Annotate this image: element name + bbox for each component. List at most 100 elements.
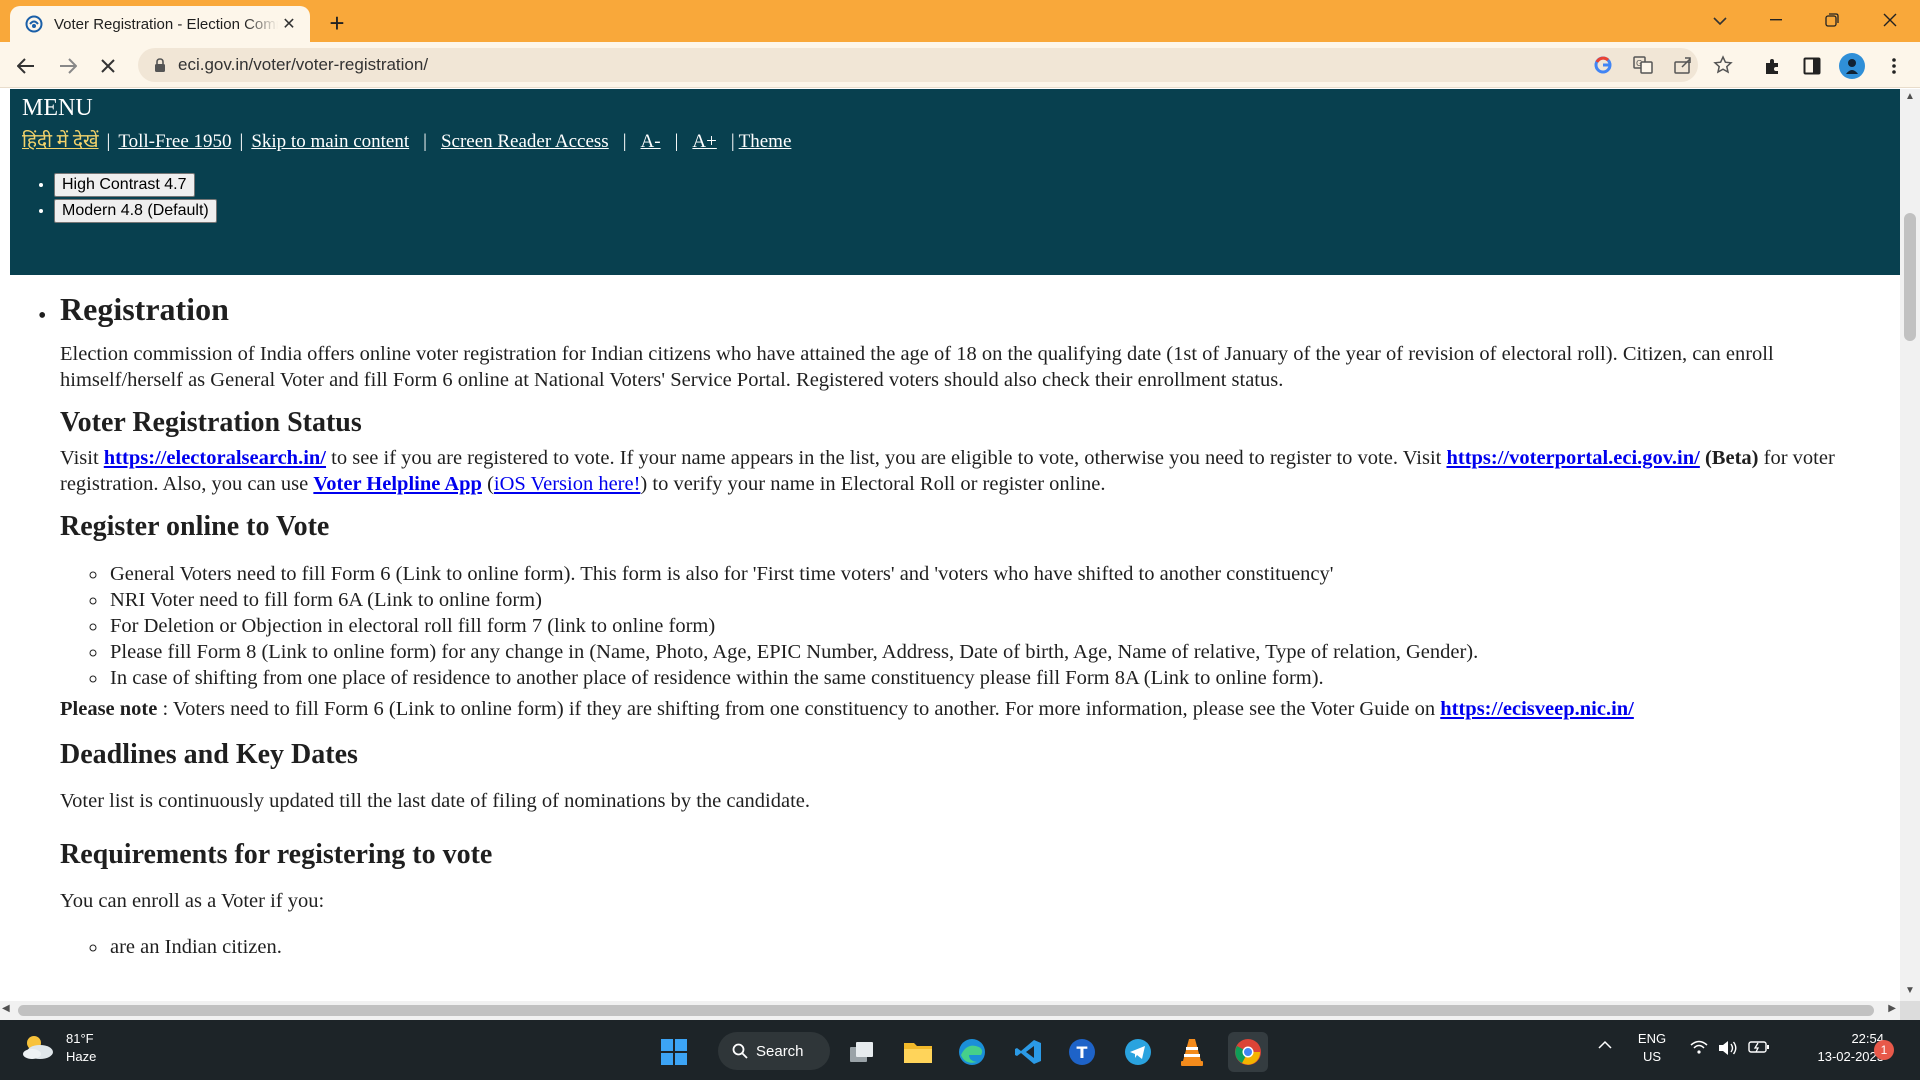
status-paragraph: Visit https://electoralsearch.in/ to see… xyxy=(60,445,1886,497)
requirements-list: are an Indian citizen. xyxy=(108,934,1888,960)
requirements-paragraph: You can enroll as a Voter if you: xyxy=(60,890,325,912)
status-text: to see if you are registered to vote. If… xyxy=(326,447,1447,469)
clock[interactable]: 22:54 13-02-2023 xyxy=(1784,1030,1885,1066)
vertical-scrollbar[interactable]: ▲ ▼ xyxy=(1900,89,1920,1001)
search-label: Search xyxy=(756,1042,804,1060)
modern-theme-button[interactable]: Modern 4.8 (Default) xyxy=(54,199,217,223)
tab-title: Voter Registration - Election Commission… xyxy=(54,15,278,33)
skip-to-main-link[interactable]: Skip to main content xyxy=(251,131,409,152)
profile-avatar[interactable] xyxy=(1836,50,1868,82)
list-item: High Contrast 4.7 xyxy=(54,173,217,197)
weather-description: Haze xyxy=(66,1049,97,1064)
link-separator: | xyxy=(423,131,427,152)
scroll-right-arrow-icon[interactable]: ▶ xyxy=(1888,1003,1896,1014)
theme-options-list: High Contrast 4.7 Modern 4.8 (Default) xyxy=(54,173,217,225)
deadlines-paragraph: Voter list is continuously updated till … xyxy=(60,790,811,812)
google-icon[interactable] xyxy=(1588,50,1618,80)
high-contrast-theme-button[interactable]: High Contrast 4.7 xyxy=(54,173,195,197)
scroll-down-arrow-icon[interactable]: ▼ xyxy=(1900,985,1920,1001)
bookmark-star-icon[interactable] xyxy=(1708,50,1738,80)
svg-text:G: G xyxy=(1636,59,1642,68)
link-separator: | xyxy=(674,131,679,152)
intro-paragraph: Election commission of India offers onli… xyxy=(60,343,1774,391)
theme-link[interactable]: Theme xyxy=(739,131,792,152)
menu-button[interactable]: MENU xyxy=(22,95,93,122)
font-increase-link[interactable]: A+ xyxy=(692,131,716,152)
restore-window-icon[interactable] xyxy=(1808,4,1856,36)
status-text: ( xyxy=(481,473,494,495)
forward-button[interactable] xyxy=(52,50,84,82)
site-header: MENU हिंदी में देखें | Toll-Free 1950 | Skip… xyxy=(10,89,1900,275)
tab-close-icon[interactable]: ✕ xyxy=(278,13,300,35)
scroll-up-arrow-icon[interactable]: ▲ xyxy=(1900,91,1920,107)
horizontal-scroll-thumb[interactable] xyxy=(18,1005,1874,1016)
browser-tab-active[interactable]: Voter Registration - Election Commission… xyxy=(10,6,310,42)
lock-icon[interactable] xyxy=(152,57,168,73)
close-window-icon[interactable] xyxy=(1866,4,1914,36)
chrome-icon[interactable] xyxy=(1228,1032,1268,1072)
extensions-puzzle-icon[interactable] xyxy=(1756,50,1788,82)
taskbar-search-button[interactable]: Search xyxy=(718,1032,830,1070)
list-item: General Voters need to fill Form 6 (Link… xyxy=(108,561,1888,587)
link-separator: | xyxy=(730,131,735,152)
page-viewport: MENU हिंदी में देखें | Toll-Free 1950 | Skip… xyxy=(0,89,1900,1001)
tab-search-icon[interactable] xyxy=(1704,6,1736,36)
task-view-icon[interactable] xyxy=(842,1032,882,1072)
minimize-window-icon[interactable] xyxy=(1752,4,1800,36)
show-hidden-icons-icon[interactable] xyxy=(1598,1040,1612,1049)
electoral-search-link[interactable]: https://electoralsearch.in/ xyxy=(104,447,326,469)
edge-browser-icon[interactable] xyxy=(952,1032,992,1072)
note-paragraph: Please note : Voters need to fill Form 6… xyxy=(60,696,1886,722)
font-decrease-link[interactable]: A- xyxy=(641,131,661,152)
windows-start-icon[interactable] xyxy=(654,1032,694,1072)
ios-version-link[interactable]: iOS Version here! xyxy=(494,473,641,495)
vlc-icon[interactable] xyxy=(1172,1032,1212,1072)
status-text: ) to verify your name in Electoral Roll … xyxy=(640,473,1106,495)
tab-favicon-icon xyxy=(24,14,44,34)
screen-reader-link[interactable]: Screen Reader Access xyxy=(441,131,609,152)
scroll-left-arrow-icon[interactable]: ◀ xyxy=(2,1003,10,1014)
link-separator: | xyxy=(239,131,244,152)
list-item: NRI Voter need to fill form 6A (Link to … xyxy=(108,587,1888,613)
browser-menu-icon[interactable] xyxy=(1878,50,1910,82)
scrollbar-corner xyxy=(1900,1001,1920,1020)
language-region: US xyxy=(1642,1049,1662,1064)
beta-label: (Beta) xyxy=(1699,447,1759,469)
taskbar-app-t-icon[interactable]: T xyxy=(1062,1032,1102,1072)
list-item: In case of shifting from one place of re… xyxy=(108,665,1888,691)
wifi-icon[interactable] xyxy=(1690,1040,1708,1054)
telegram-icon[interactable] xyxy=(1118,1032,1158,1072)
notification-badge[interactable]: 1 xyxy=(1874,1040,1894,1060)
register-list: General Voters need to fill Form 6 (Link… xyxy=(108,561,1888,691)
vertical-scroll-thumb[interactable] xyxy=(1904,213,1916,341)
note-text: : Voters need to fill Form 6 (Link to on… xyxy=(157,698,1441,720)
new-tab-button[interactable]: + xyxy=(322,8,352,38)
svg-text:T: T xyxy=(1077,1043,1088,1062)
language-indicator[interactable]: ENG US xyxy=(1630,1030,1674,1066)
file-explorer-icon[interactable] xyxy=(898,1032,938,1072)
browser-tab-bar: Voter Registration - Election Commission… xyxy=(0,0,1920,42)
stop-loading-button[interactable] xyxy=(92,50,124,82)
ecisveep-link[interactable]: https://ecisveep.nic.in/ xyxy=(1440,698,1634,720)
tollfree-link[interactable]: Toll-Free 1950 xyxy=(118,131,231,152)
share-icon[interactable] xyxy=(1668,50,1698,80)
haze-weather-icon xyxy=(23,1036,53,1059)
language-code: ENG xyxy=(1637,1031,1667,1046)
horizontal-scrollbar[interactable]: ◀ ▶ xyxy=(0,1001,1900,1020)
hindi-link[interactable]: हिंदी में देखें xyxy=(22,131,99,152)
list-item: Please fill Form 8 (Link to online form)… xyxy=(108,639,1888,665)
voter-helpline-app-link[interactable]: Voter Helpline App xyxy=(313,473,482,495)
battery-icon[interactable] xyxy=(1748,1040,1770,1054)
weather-widget[interactable]: 81°F Haze xyxy=(20,1030,96,1066)
status-text: Visit xyxy=(60,447,104,469)
back-button[interactable] xyxy=(10,50,42,82)
requirements-heading: Requirements for registering to vote xyxy=(60,839,493,870)
volume-icon[interactable] xyxy=(1718,1040,1738,1056)
search-icon xyxy=(732,1043,748,1059)
vscode-icon[interactable] xyxy=(1008,1032,1048,1072)
address-bar[interactable]: eci.gov.in/voter/voter-registration/ xyxy=(138,48,1698,82)
address-url[interactable]: eci.gov.in/voter/voter-registration/ xyxy=(178,55,428,75)
translate-icon[interactable]: G xyxy=(1628,50,1658,80)
side-panel-icon[interactable] xyxy=(1796,50,1828,82)
voter-portal-link[interactable]: https://voterportal.eci.gov.in/ xyxy=(1446,447,1699,469)
